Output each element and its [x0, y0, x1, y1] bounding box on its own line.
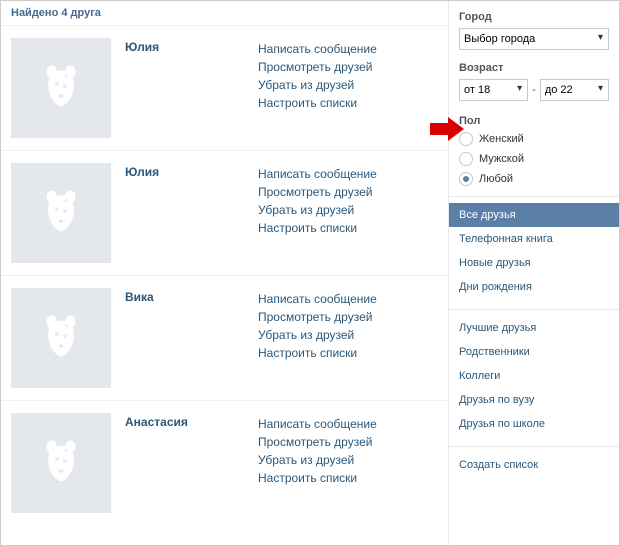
radio-icon [459, 152, 473, 166]
results-header: Найдено 4 друга [1, 1, 448, 26]
list-birthdays[interactable]: Дни рождения [449, 275, 619, 299]
gender-any-label: Любой [479, 173, 513, 185]
city-select[interactable] [459, 28, 609, 50]
avatar[interactable] [11, 288, 111, 388]
age-label: Возраст [459, 62, 609, 74]
friend-row: Вика Написать сообщение Просмотреть друз… [1, 276, 448, 401]
age-from-select[interactable] [459, 79, 528, 101]
write-message-link[interactable]: Написать сообщение [258, 40, 438, 58]
view-friends-link[interactable]: Просмотреть друзей [258, 183, 438, 201]
avatar[interactable] [11, 38, 111, 138]
configure-lists-link[interactable]: Настроить списки [258, 469, 438, 487]
write-message-link[interactable]: Написать сообщение [258, 415, 438, 433]
remove-friend-link[interactable]: Убрать из друзей [258, 451, 438, 469]
friend-row: Анастасия Написать сообщение Просмотреть… [1, 401, 448, 525]
remove-friend-link[interactable]: Убрать из друзей [258, 201, 438, 219]
city-label: Город [459, 11, 609, 23]
friend-row: Юлия Написать сообщение Просмотреть друз… [1, 26, 448, 151]
write-message-link[interactable]: Написать сообщение [258, 165, 438, 183]
age-dash: - [532, 84, 536, 96]
list-new-friends[interactable]: Новые друзья [449, 251, 619, 275]
filters-sidebar: Город Возраст - Пол Женский Мужской Любо… [449, 1, 619, 545]
write-message-link[interactable]: Написать сообщение [258, 290, 438, 308]
view-friends-link[interactable]: Просмотреть друзей [258, 58, 438, 76]
avatar-placeholder-icon [32, 434, 90, 492]
divider [449, 196, 619, 197]
friend-name-link[interactable]: Юлия [125, 40, 159, 54]
list-all-friends[interactable]: Все друзья [449, 203, 619, 227]
remove-friend-link[interactable]: Убрать из друзей [258, 76, 438, 94]
friend-name-link[interactable]: Вика [125, 290, 154, 304]
divider [449, 446, 619, 447]
avatar[interactable] [11, 163, 111, 263]
radio-icon [459, 132, 473, 146]
remove-friend-link[interactable]: Убрать из друзей [258, 326, 438, 344]
avatar-placeholder-icon [32, 59, 90, 117]
gender-any-radio[interactable]: Любой [459, 172, 609, 186]
divider [449, 309, 619, 310]
list-family[interactable]: Родственники [449, 340, 619, 364]
list-create[interactable]: Создать список [449, 453, 619, 477]
friend-row: Юлия Написать сообщение Просмотреть друз… [1, 151, 448, 276]
friend-name-link[interactable]: Юлия [125, 165, 159, 179]
friend-name-link[interactable]: Анастасия [125, 415, 188, 429]
avatar-placeholder-icon [32, 309, 90, 367]
gender-female-label: Женский [479, 133, 524, 145]
list-best-friends[interactable]: Лучшие друзья [449, 316, 619, 340]
list-phonebook[interactable]: Телефонная книга [449, 227, 619, 251]
gender-male-label: Мужской [479, 153, 524, 165]
list-colleagues[interactable]: Коллеги [449, 364, 619, 388]
configure-lists-link[interactable]: Настроить списки [258, 94, 438, 112]
radio-icon [459, 172, 473, 186]
gender-female-radio[interactable]: Женский [459, 132, 609, 146]
view-friends-link[interactable]: Просмотреть друзей [258, 433, 438, 451]
friends-panel: Найдено 4 друга Юлия Написать сообщение [1, 1, 449, 545]
gender-male-radio[interactable]: Мужской [459, 152, 609, 166]
configure-lists-link[interactable]: Настроить списки [258, 344, 438, 362]
gender-label: Пол [459, 115, 609, 127]
view-friends-link[interactable]: Просмотреть друзей [258, 308, 438, 326]
configure-lists-link[interactable]: Настроить списки [258, 219, 438, 237]
list-school[interactable]: Друзья по школе [449, 412, 619, 436]
age-to-select[interactable] [540, 79, 609, 101]
list-university[interactable]: Друзья по вузу [449, 388, 619, 412]
avatar-placeholder-icon [32, 184, 90, 242]
avatar[interactable] [11, 413, 111, 513]
